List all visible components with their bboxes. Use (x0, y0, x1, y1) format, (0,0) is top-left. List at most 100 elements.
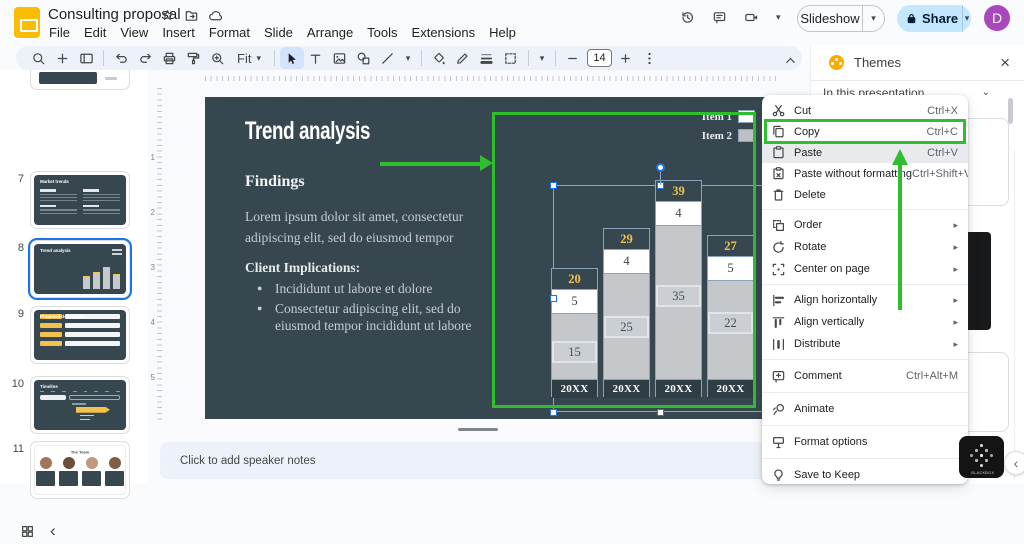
menu-item-align-vertically[interactable]: Align vertically▸ (762, 311, 968, 333)
selection-handle[interactable] (550, 409, 557, 416)
grid-view-button[interactable] (20, 524, 35, 544)
search-icon[interactable] (26, 47, 50, 69)
menu-item-distribute[interactable]: Distribute▸ (762, 333, 968, 355)
slide-bullet-list[interactable]: ●Incididunt ut labore et dolore ●Consect… (257, 281, 492, 338)
menubar-extensions[interactable]: Extensions (405, 24, 483, 41)
menu-item-align-horizontally[interactable]: Align horizontally▸ (762, 289, 968, 311)
menu-item-cut[interactable]: CutCtrl+X (762, 100, 968, 121)
image-icon[interactable] (328, 47, 352, 69)
redo-icon[interactable] (133, 47, 157, 69)
menu-item-order[interactable]: Order▸ (762, 214, 968, 236)
current-slide[interactable]: Trend analysis Findings Lorem ipsum dolo… (205, 97, 777, 419)
collapse-filmstrip-icon[interactable]: ‹ (50, 521, 56, 541)
menubar-insert[interactable]: Insert (155, 24, 202, 41)
decrease-icon[interactable] (561, 47, 585, 69)
dropdown-caret[interactable]: ▾ (400, 47, 416, 69)
paint-format-icon[interactable] (181, 47, 205, 69)
menu-item-save-to-keep[interactable]: Save to Keep (762, 463, 968, 484)
menu-item-rotate[interactable]: Rotate▸ (762, 236, 968, 258)
themes-scrollbar[interactable] (1008, 98, 1013, 124)
comments-icon[interactable] (712, 10, 727, 25)
menu-separator (762, 458, 968, 459)
border-weight-icon[interactable] (475, 47, 499, 69)
menu-item-format-options[interactable]: Format options (762, 430, 968, 454)
lock-icon (905, 12, 918, 25)
border-color-icon[interactable] (451, 47, 475, 69)
slide-thumbnail-8[interactable]: Trend analysis (30, 240, 130, 298)
align-vertical-icon (770, 315, 786, 330)
close-icon[interactable]: × (1000, 54, 1010, 73)
slide-body-text[interactable]: Lorem ipsum dolor sit amet, consectetur … (245, 207, 500, 249)
palette-icon (829, 55, 844, 70)
text-box-icon[interactable] (304, 47, 328, 69)
star-icon[interactable] (160, 8, 175, 23)
size-input[interactable]: 14 (587, 49, 612, 67)
share-dropdown[interactable]: ▾ (962, 5, 971, 32)
dropdown-caret[interactable]: ▾ (534, 47, 550, 69)
filmstrip-panel-icon[interactable] (74, 47, 98, 69)
avatar[interactable]: D (984, 5, 1010, 31)
selection-handle[interactable] (657, 409, 664, 416)
share-button[interactable]: Share ▾ (897, 5, 971, 32)
menubar-slide[interactable]: Slide (257, 24, 300, 41)
blackbox-label: BLACKBOX (971, 471, 991, 475)
cloud-status-icon[interactable] (208, 8, 223, 23)
menubar-arrange[interactable]: Arrange (300, 24, 360, 41)
menubar-tools[interactable]: Tools (360, 24, 404, 41)
slide-subheading[interactable]: Findings (245, 173, 305, 191)
order-icon (770, 218, 786, 233)
slide-title[interactable]: Trend analysis (245, 117, 370, 146)
menubar-file[interactable]: File (42, 24, 77, 41)
meet-camera-icon[interactable] (744, 10, 759, 25)
slideshow-dropdown[interactable]: ▾ (862, 6, 884, 31)
header-right-icons: ▾ (680, 10, 781, 25)
menubar-edit[interactable]: Edit (77, 24, 113, 41)
border-dash-icon[interactable] (499, 47, 523, 69)
slideshow-button[interactable]: Slideshow ▾ (797, 5, 885, 32)
menu-item-paste-without-formatting[interactable]: Paste without formattingCtrl+Shift+V (762, 163, 968, 184)
slide-thumbnail-partial[interactable] (30, 70, 130, 90)
rotate-icon (770, 240, 786, 255)
blackbox-logo-icon (980, 444, 983, 447)
slide-thumbnail-7[interactable]: Market trends (30, 171, 130, 229)
fill-color-icon[interactable] (427, 47, 451, 69)
slide-implications-label[interactable]: Client Implications: (245, 260, 360, 276)
menu-item-copy[interactable]: CopyCtrl+C (762, 121, 968, 142)
annotation-arrow-line (898, 165, 902, 310)
zoom-in-icon[interactable] (205, 47, 229, 69)
menu-item-animate[interactable]: Animate (762, 397, 968, 421)
menu-item-delete[interactable]: Delete (762, 184, 968, 205)
copy-icon (770, 124, 786, 139)
slides-logo-icon[interactable] (14, 7, 40, 38)
undo-icon[interactable] (109, 47, 133, 69)
overlay-collapse-button[interactable]: ‹ (1004, 451, 1024, 475)
hide-menus-button[interactable] (778, 49, 802, 71)
chevron-down-icon: ▾ (871, 13, 876, 24)
zoom-select[interactable]: Fit▾ (229, 51, 269, 66)
animate-icon (770, 402, 786, 417)
line-icon[interactable] (376, 47, 400, 69)
menu-item-center-on-page[interactable]: Center on page▸ (762, 258, 968, 280)
menu-item-paste[interactable]: PasteCtrl+V (762, 142, 968, 163)
menubar-view[interactable]: View (113, 24, 155, 41)
submenu-arrow-icon: ▸ (953, 295, 958, 306)
version-history-icon[interactable] (680, 10, 695, 25)
submenu-arrow-icon: ▸ (953, 242, 958, 253)
plus-icon[interactable] (50, 47, 74, 69)
more-options-icon[interactable] (638, 47, 662, 69)
menubar-format[interactable]: Format (202, 24, 257, 41)
chevron-down-icon[interactable]: ⌄ (982, 87, 990, 98)
bullet-text: Incididunt ut labore et dolore (275, 281, 432, 298)
slide-thumbnail-9[interactable]: Proposed deliverables (30, 306, 130, 364)
select-cursor-icon[interactable] (280, 47, 304, 69)
notes-resize-handle[interactable] (458, 428, 498, 431)
slide-thumbnail-10[interactable]: Timeline (30, 376, 130, 434)
menu-item-comment[interactable]: CommentCtrl+Alt+M (762, 364, 968, 388)
menubar-help[interactable]: Help (482, 24, 523, 41)
shape-icon[interactable] (352, 47, 376, 69)
slide-thumbnail-11[interactable]: The Team (30, 441, 130, 499)
dropdown-caret[interactable]: ▾ (776, 12, 781, 23)
move-folder-icon[interactable] (184, 8, 199, 23)
print-icon[interactable] (157, 47, 181, 69)
increase-icon[interactable] (614, 47, 638, 69)
